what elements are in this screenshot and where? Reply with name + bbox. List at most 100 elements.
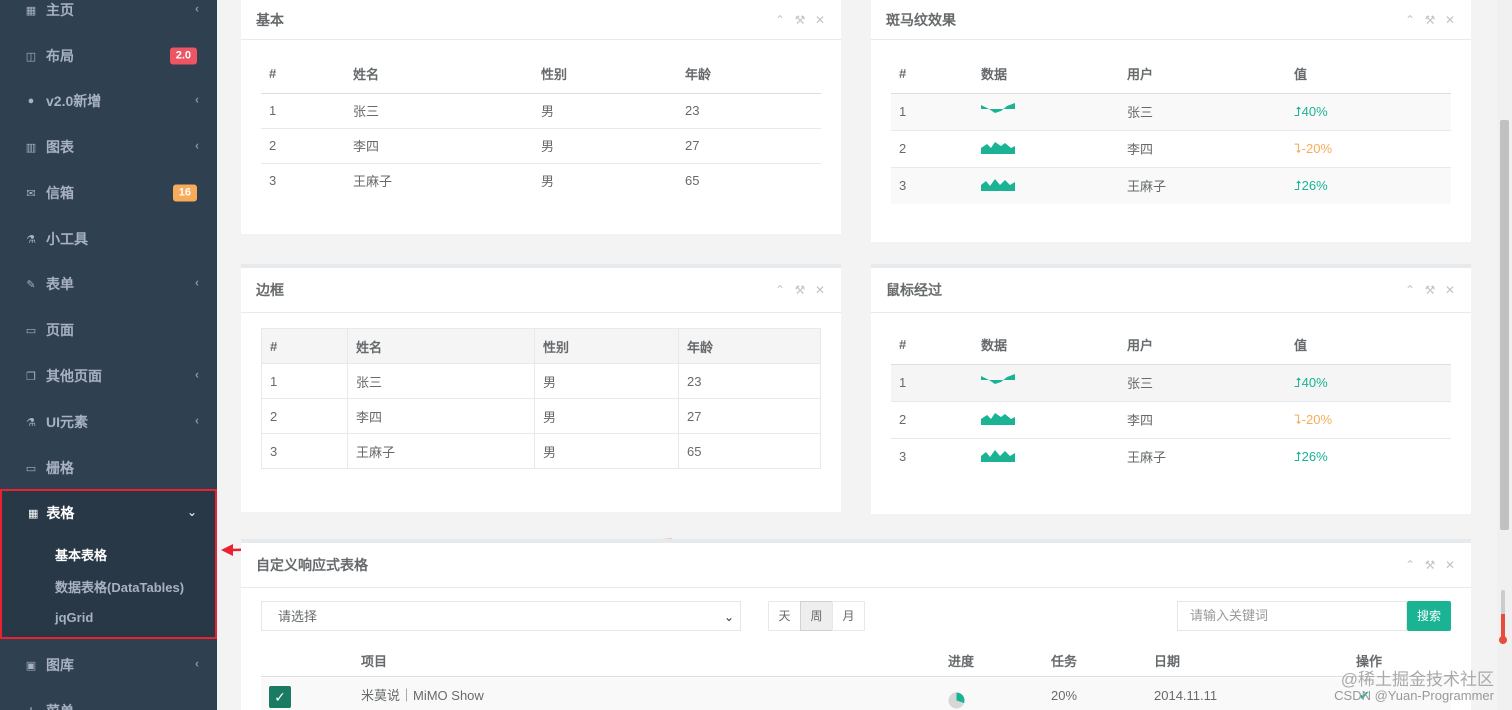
panel-custom: 自定义响应式表格 ⌃ ⚒ ✕ 请选择 ⌄ 天 周 月 请输入关键词 搜索 项目 … xyxy=(241,539,1471,710)
cell: 2 xyxy=(891,129,973,167)
cell: 李四 xyxy=(1119,400,1286,438)
table-row[interactable]: 2 李四 ⮧-20% xyxy=(891,400,1451,438)
sidebar-item-menu[interactable]: ⊥ 菜单 xyxy=(0,688,217,710)
sidebar-item-gallery[interactable]: ▣ 图库 ‹ xyxy=(0,642,217,688)
panel-zebra: 斑马纹效果 ⌃ ⚒ ✕ # 数据 用户 值 1 张三 ⮥40% 2 李四 ⮧-2… xyxy=(871,0,1471,242)
panel-bordered: 边框 ⌃ ⚒ ✕ # 姓名 性别 年龄 1 张三男 23 2 李四男 27 3 王麻子男 6… xyxy=(241,264,841,512)
cell: 65 xyxy=(678,433,821,469)
value: 26% xyxy=(1301,177,1328,193)
sidebar-item-grid[interactable]: ▭ 栅格 xyxy=(0,445,217,491)
search-button[interactable]: 搜索 xyxy=(1407,601,1451,631)
col-header: # xyxy=(261,328,348,364)
chevron-left-icon: ‹ xyxy=(195,367,199,382)
wrench-icon[interactable]: ⚒ xyxy=(794,283,806,297)
panel-title: 鼠标经过 xyxy=(886,282,942,298)
close-icon[interactable]: ✕ xyxy=(814,13,826,27)
sidebar-item-label: 图库 xyxy=(46,657,74,673)
sidebar-item-tables-title[interactable]: ▦ 表格 xyxy=(28,503,74,523)
table-row[interactable]: 1 张三 ⮥40% xyxy=(891,363,1451,401)
sidebar-item-label: 信箱 xyxy=(46,185,74,201)
sidebar-item-widgets[interactable]: ⚗ 小工具 xyxy=(0,216,217,262)
table-row: 3 王麻子男 65 xyxy=(261,162,821,198)
table-row: 1 张三男 23 xyxy=(261,92,821,128)
close-icon[interactable]: ✕ xyxy=(1444,283,1456,297)
row-checkbox[interactable]: ✓ xyxy=(269,686,291,708)
wrench-icon[interactable]: ⚒ xyxy=(1424,558,1436,572)
submenu-jqgrid[interactable]: jqGrid xyxy=(55,610,93,625)
col-header: 项目 xyxy=(361,654,388,669)
value-cell: ⮥40% xyxy=(1286,92,1451,130)
cell: 男 xyxy=(534,363,679,399)
sidebar-item-label: 其他页面 xyxy=(46,368,102,384)
col-header: 值 xyxy=(1286,326,1451,365)
close-icon[interactable]: ✕ xyxy=(1444,13,1456,27)
close-icon[interactable]: ✕ xyxy=(814,283,826,297)
week-button[interactable]: 周 xyxy=(800,601,833,631)
sidebar-item-charts[interactable]: ▥ 图表 ‹ xyxy=(0,124,217,170)
filter-select[interactable]: 请选择 ⌄ xyxy=(261,601,741,631)
collapse-icon[interactable]: ⌃ xyxy=(1404,283,1416,297)
collapse-icon[interactable]: ⌃ xyxy=(1404,558,1416,572)
close-icon[interactable]: ✕ xyxy=(1444,558,1456,572)
task-cell: 20% xyxy=(1051,688,1078,703)
sidebar-item-v2-new[interactable]: ● v2.0新增 ‹ xyxy=(0,78,217,124)
sidebar-item-other-pages[interactable]: ❐ 其他页面 ‹ xyxy=(0,353,217,399)
striped-table: # 数据 用户 值 1 张三 ⮥40% 2 李四 ⮧-20% 3 王麻子 ⮥26… xyxy=(891,55,1451,204)
sidebar-item-label: 表格 xyxy=(46,505,75,521)
sidebar-item-forms[interactable]: ✎ 表单 ‹ xyxy=(0,261,217,307)
scrollbar-thumb[interactable] xyxy=(1500,120,1509,530)
cell: 3 xyxy=(891,437,973,475)
wrench-icon[interactable]: ⚒ xyxy=(1424,283,1436,297)
panel-title: 自定义响应式表格 xyxy=(256,557,368,573)
cell: 2 xyxy=(261,398,348,434)
panel-header: 自定义响应式表格 ⌃ ⚒ ✕ xyxy=(241,543,1471,588)
col-header: # xyxy=(261,55,345,94)
sparkline xyxy=(973,437,1119,475)
collapse-icon[interactable]: ⌃ xyxy=(774,13,786,27)
cell: 3 xyxy=(261,162,345,198)
sidebar-item-pages[interactable]: ▭ 页面 xyxy=(0,307,217,353)
table-row: 2 李四男 27 xyxy=(261,398,821,434)
sidebar: ▦ 主页 ‹ ◫ 布局 2.0 ● v2.0新增 ‹ ▥ 图表 ‹ ✉ 信箱 1… xyxy=(0,0,217,710)
cell: 男 xyxy=(533,127,677,163)
wrench-icon[interactable]: ⚒ xyxy=(1424,13,1436,27)
panel-body: # 数据 用户 值 1 张三 ⮥40% 2 李四 ⮧-20% 3 王麻子 ⮥26… xyxy=(871,313,1471,488)
select-value: 请选择 xyxy=(278,609,318,624)
sidebar-item-ui-elements[interactable]: ⚗ UI元素 ‹ xyxy=(0,399,217,445)
cell: 1 xyxy=(261,363,348,399)
panel-tools: ⌃ ⚒ ✕ xyxy=(1404,558,1456,572)
sidebar-item-layout[interactable]: ◫ 布局 2.0 xyxy=(0,33,217,79)
cell: 65 xyxy=(677,162,821,198)
watermark-line: @稀土掘金技术社区 xyxy=(1340,670,1494,689)
sidebar-item-label: 菜单 xyxy=(46,701,74,710)
chevron-left-icon: ‹ xyxy=(195,413,199,428)
sidebar-item-label: 栅格 xyxy=(46,460,74,476)
sidebar-item-label: 主页 xyxy=(46,2,74,18)
table-row[interactable]: 3 王麻子 ⮥26% xyxy=(891,437,1451,475)
collapse-icon[interactable]: ⌃ xyxy=(774,283,786,297)
cell: 1 xyxy=(261,92,345,128)
submenu-datatables[interactable]: 数据表格(DataTables) xyxy=(55,577,184,596)
chevron-left-icon: ‹ xyxy=(195,92,199,107)
envelope-icon: ✉ xyxy=(26,187,36,200)
cell: 1 xyxy=(891,363,973,401)
submenu-basic-table[interactable]: 基本表格 xyxy=(55,545,107,564)
panel-header: 基本 ⌃ ⚒ ✕ xyxy=(241,0,841,40)
arrow-up-icon: ⮥ xyxy=(1294,448,1302,464)
cell: 男 xyxy=(534,398,679,434)
day-button[interactable]: 天 xyxy=(768,601,801,631)
col-header: 年龄 xyxy=(678,328,821,364)
panel-title: 边框 xyxy=(256,282,284,298)
wrench-icon[interactable]: ⚒ xyxy=(794,13,806,27)
sidebar-item-home[interactable]: ▦ 主页 ‹ xyxy=(0,0,217,33)
search-input[interactable]: 请输入关键词 xyxy=(1177,601,1407,631)
cell: 27 xyxy=(677,127,821,163)
collapse-icon[interactable]: ⌃ xyxy=(1404,13,1416,27)
col-header: 数据 xyxy=(973,55,1119,94)
month-button[interactable]: 月 xyxy=(832,601,865,631)
cell: 27 xyxy=(678,398,821,434)
sidebar-item-mailbox[interactable]: ✉ 信箱 16 xyxy=(0,170,217,216)
sparkline xyxy=(973,92,1119,130)
table-row: 2 李四 ⮧-20% xyxy=(891,129,1451,167)
sidebar-item-tables[interactable]: ▦ 表格 ⌄ 基本表格 数据表格(DataTables) jqGrid xyxy=(0,489,217,639)
